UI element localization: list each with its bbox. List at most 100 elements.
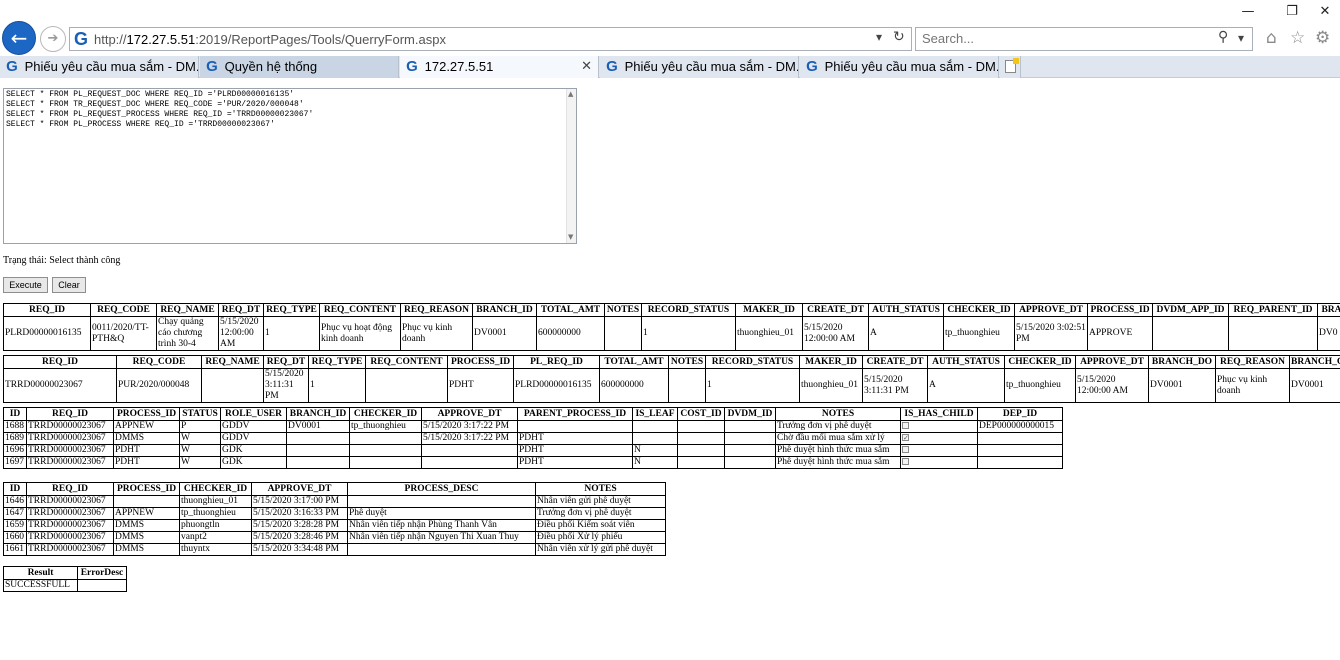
table-cell: [286, 444, 350, 457]
column-header: PROCESS_ID: [113, 482, 180, 496]
address-bar[interactable]: G http://172.27.5.51:2019/ReportPages/To…: [69, 27, 912, 51]
table-row: 1696 TRRD00000023067 PDHT W GDK PDHT N Phê duyệ…: [3, 444, 1063, 457]
table-cell: TRRD00000023067: [26, 507, 114, 520]
table-header-row: ID REQ_ID PROCESS_ID STATUS ROLE_USER BRANCH_…: [3, 407, 1063, 421]
column-header: REQ_ID: [26, 482, 114, 496]
site-favicon-icon: G: [206, 58, 218, 75]
table-cell: [77, 579, 127, 592]
table-header-row: Result ErrorDesc: [3, 566, 127, 580]
address-url[interactable]: http://172.27.5.51:2019/ReportPages/Tool…: [94, 32, 446, 47]
table-cell: A: [927, 368, 1005, 403]
table-cell: tp_thuonghieu: [1004, 368, 1076, 403]
forward-button[interactable]: ➔: [40, 26, 66, 52]
column-header: CHECKER_ID: [349, 407, 422, 421]
settings-gear-icon[interactable]: ⚙: [1315, 28, 1330, 48]
new-tab-button[interactable]: [1000, 56, 1021, 78]
table-cell: [724, 444, 776, 457]
tab-4[interactable]: G Phiếu yêu cầu mua sắm - DM...: [600, 56, 799, 78]
table-cell: TRRD00000023067: [26, 519, 114, 532]
table-cell: PDHT: [517, 444, 633, 457]
textarea-scrollbar[interactable]: ▲ ▼: [566, 89, 576, 243]
table-cell: APPROVE: [1087, 316, 1153, 351]
table-cell: [349, 444, 422, 457]
table-cell: 5/15/2020 3:17:22 PM: [421, 420, 518, 433]
table-cell: PUR/2020/000048: [116, 368, 202, 403]
sql-query-text[interactable]: SELECT * FROM PL_REQUEST_DOC WHERE REQ_I…: [4, 89, 576, 131]
sql-query-textarea[interactable]: SELECT * FROM PL_REQUEST_DOC WHERE REQ_I…: [3, 88, 577, 244]
tab-3-active[interactable]: G 172.27.5.51 ✕: [400, 56, 599, 78]
scroll-up-icon[interactable]: ▲: [568, 90, 573, 98]
tab-2[interactable]: G Quyền hệ thống: [200, 56, 399, 78]
table-cell: N: [632, 456, 678, 469]
table-cell: 5/15/2020 12:00:00 AM: [1075, 368, 1149, 403]
table-cell: DV0001: [286, 420, 350, 433]
tab-1[interactable]: G Phiếu yêu cầu mua sắm - DM...: [0, 56, 199, 78]
restore-icon[interactable]: ❐: [1277, 4, 1307, 19]
column-header: REQ_CONTENT: [319, 303, 401, 317]
column-header: APPROVE_DT: [251, 482, 348, 496]
table-cell: [977, 432, 1063, 445]
table-header-row: REQ_ID REQ_CODE REQ_NAME REQ_DT REQ_TYPE REQ_…: [3, 303, 1340, 317]
table-cell: [977, 444, 1063, 457]
column-header: PROCESS_ID: [447, 355, 514, 369]
column-header: ROLE_USER: [220, 407, 287, 421]
column-header: PL_REQ_ID: [513, 355, 600, 369]
url-path: :2019/ReportPages/Tools/QuerryForm.aspx: [195, 32, 446, 47]
table-cell: thuonghieu_01: [799, 368, 863, 403]
column-header: REQ_CODE: [116, 355, 202, 369]
is-has-child-cell: [900, 420, 978, 433]
table-cell: Trưởng đơn vị phê duyệt: [535, 507, 666, 520]
column-header: REQ_ID: [3, 303, 91, 317]
back-button[interactable]: ←: [2, 21, 36, 55]
search-box[interactable]: ⚲ ▾: [915, 27, 1253, 51]
column-header: AUTH_STATUS: [868, 303, 944, 317]
table-cell: [113, 495, 180, 508]
table-cell: tp_thuonghieu: [179, 507, 252, 520]
scroll-down-icon[interactable]: ▼: [568, 233, 573, 241]
column-header: NOTES: [668, 355, 706, 369]
table-cell: [517, 420, 633, 433]
table-cell: A: [868, 316, 944, 351]
dropdown-arrow-icon[interactable]: ▾: [876, 30, 882, 44]
close-window-icon[interactable]: ✕: [1310, 4, 1340, 19]
table-cell: [724, 432, 776, 445]
favorites-star-icon[interactable]: ☆: [1290, 28, 1305, 48]
column-header: TOTAL_AMT: [599, 355, 669, 369]
execute-button[interactable]: Execute: [3, 277, 48, 293]
search-icon[interactable]: ⚲: [1218, 29, 1228, 45]
site-favicon-icon: G: [606, 58, 618, 75]
result-table-pl-request-process: ID REQ_ID PROCESS_ID STATUS ROLE_USER BRANCH_…: [3, 407, 1063, 469]
table-cell: Điều phối Xử lý phiếu: [535, 531, 666, 544]
tab-label: 172.27.5.51: [424, 59, 494, 74]
clear-button[interactable]: Clear: [52, 277, 86, 293]
tab-5[interactable]: G Phiếu yêu cầu mua sắm - DM...: [800, 56, 999, 78]
table-cell: PDHT: [517, 456, 633, 469]
url-prefix: http://: [94, 32, 127, 47]
result-table-status: Result ErrorDesc SUCCESSFULL: [3, 566, 127, 592]
table-cell: PDHT: [517, 432, 633, 445]
table-cell: TRRD00000023067: [26, 531, 114, 544]
table-cell: DMMS: [113, 543, 180, 556]
table-cell: [421, 444, 518, 457]
table-header-row: ID REQ_ID PROCESS_ID CHECKER_ID APPROVE_DT PR…: [3, 482, 666, 496]
table-cell: 5/15/2020 3:11:31 PM: [263, 368, 309, 403]
close-tab-icon[interactable]: ✕: [581, 56, 592, 77]
table-cell: DV0001: [1148, 368, 1216, 403]
table-cell: tp_thuonghieu: [943, 316, 1015, 351]
search-dropdown-icon[interactable]: ▾: [1238, 31, 1244, 45]
table-cell: Điều phối Kiểm soát viên: [535, 519, 666, 532]
table-cell: Nhân viên gửi phê duyệt: [535, 495, 666, 508]
refresh-icon[interactable]: ↻: [893, 29, 905, 45]
table-header-row: REQ_ID REQ_CODE REQ_NAME REQ_DT REQ_TYPE REQ_…: [3, 355, 1340, 369]
column-header: DVDM_APP_ID: [1152, 303, 1229, 317]
table-cell: PDHT: [447, 368, 514, 403]
search-input[interactable]: [922, 31, 1202, 46]
home-icon[interactable]: ⌂: [1266, 28, 1277, 48]
column-header: REQ_NAME: [201, 355, 264, 369]
table-row: TRRD00000023067 PUR/2020/000048 5/15/2020 …: [3, 368, 1340, 403]
table-cell: [286, 456, 350, 469]
table-cell: PLRD00000016135: [513, 368, 600, 403]
table-cell: PDHT: [113, 456, 180, 469]
result-table-pl-process: ID REQ_ID PROCESS_ID CHECKER_ID APPROVE_DT PR…: [3, 482, 666, 556]
minimize-icon[interactable]: —: [1233, 4, 1263, 19]
